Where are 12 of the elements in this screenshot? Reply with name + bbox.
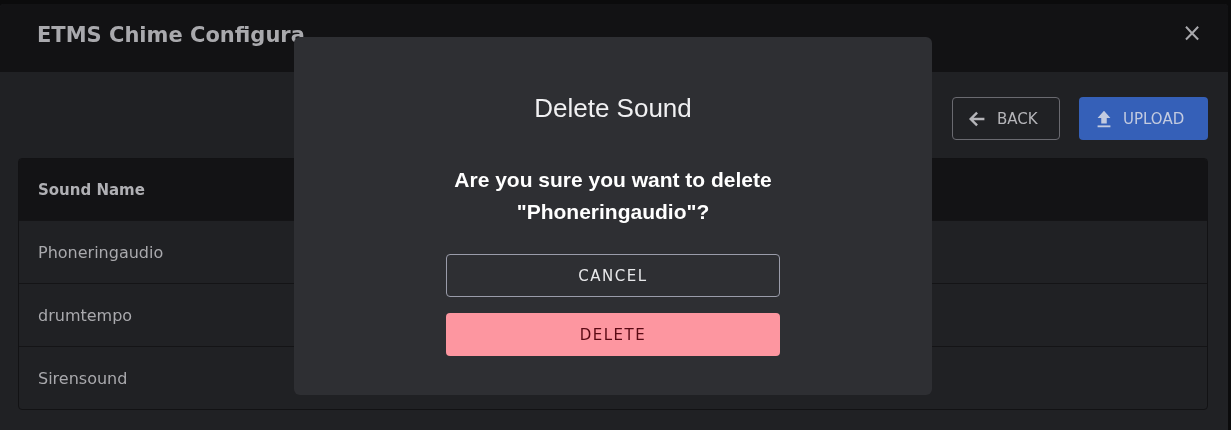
close-button[interactable]: × — [1177, 19, 1206, 47]
upload-button[interactable]: UPLOAD — [1079, 97, 1208, 140]
table-cell: Phoneringaudio — [38, 242, 164, 262]
cancel-button[interactable]: CANCEL — [446, 254, 780, 297]
table-cell: Sirensound — [38, 368, 128, 388]
dialog-title: Delete Sound — [534, 93, 692, 124]
table-cell: drumtempo — [38, 305, 133, 325]
window-title: ETMS Chime Configura — [37, 23, 305, 47]
column-header: Sound Name — [38, 180, 145, 199]
delete-button[interactable]: DELETE — [446, 313, 780, 356]
back-button[interactable]: BACK — [952, 97, 1060, 140]
confirmation-message: Are you sure you want to delete "Phoneringaudio"? — [453, 167, 773, 225]
